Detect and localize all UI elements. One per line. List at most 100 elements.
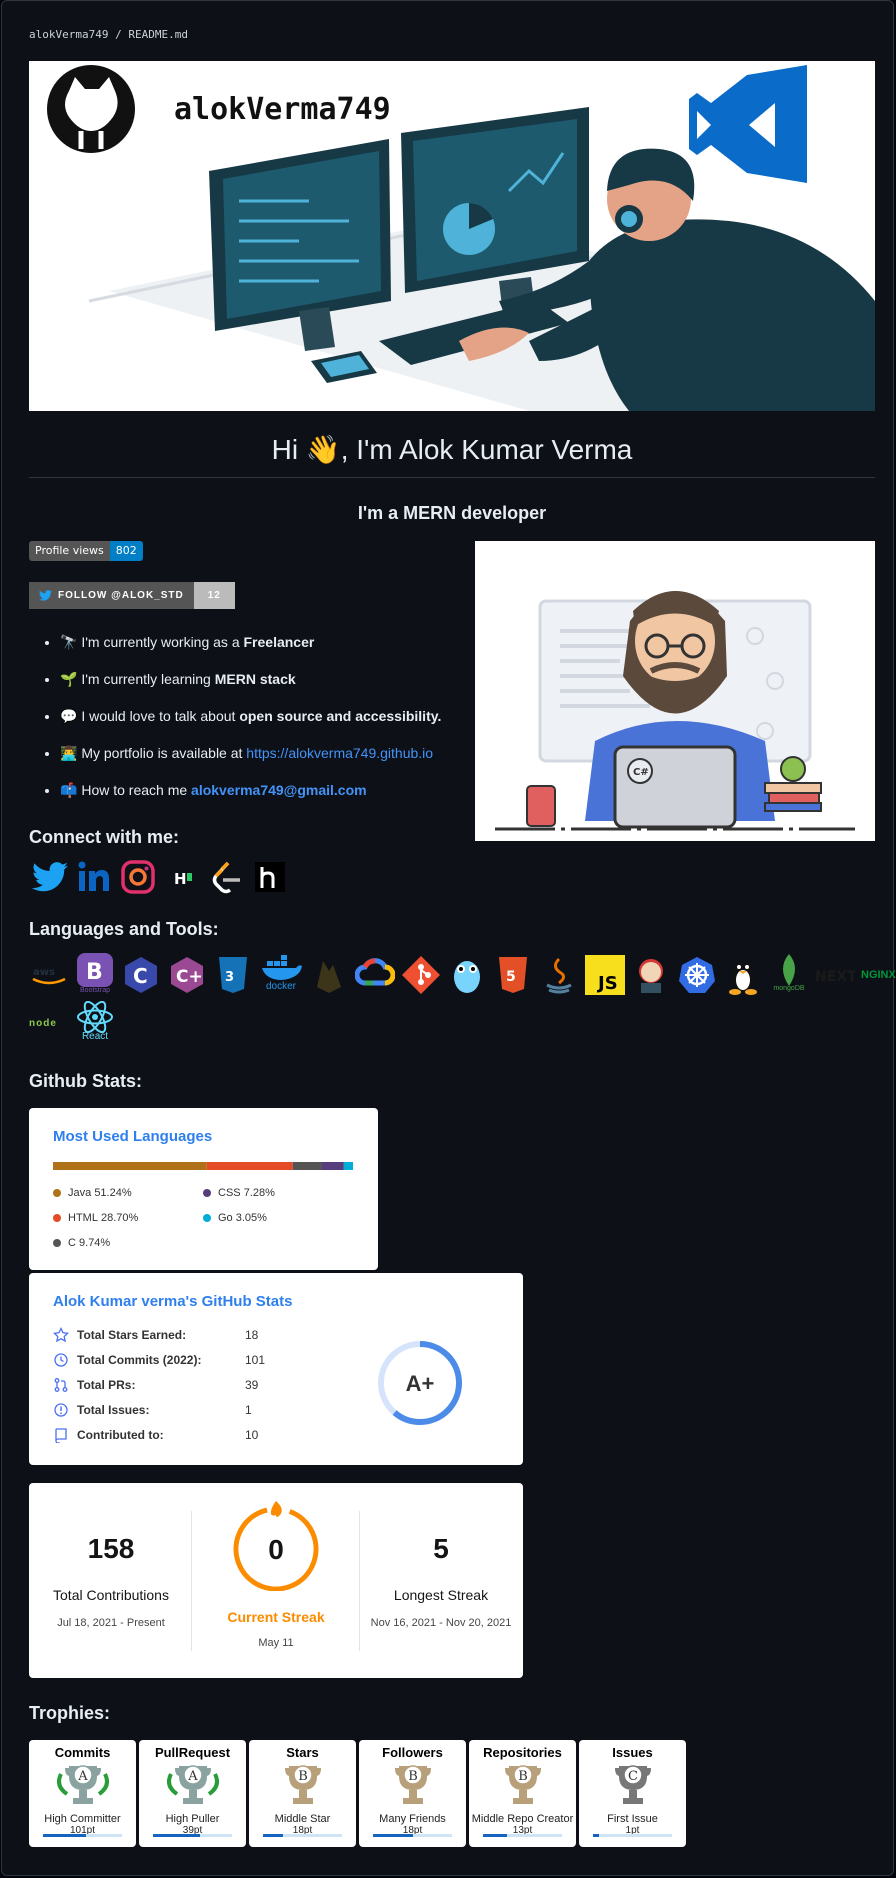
- longest-streak-value: 5: [433, 1533, 449, 1564]
- trophy-card: Issues C First Issue 1pt: [579, 1740, 686, 1847]
- banner-username: alokVerma749: [174, 92, 391, 127]
- readme-file-link[interactable]: README.md: [128, 28, 188, 41]
- trophy-progress-bar: [483, 1834, 562, 1837]
- trophy-progress-fill: [483, 1834, 507, 1837]
- trophy-title: Repositories: [483, 1745, 562, 1760]
- bullet-text: I'm currently learning: [81, 671, 215, 687]
- hashnode-icon[interactable]: [252, 859, 288, 895]
- trophy-progress-fill: [593, 1834, 600, 1837]
- repo-owner-link[interactable]: alokVerma749: [29, 28, 108, 41]
- trophy-name: Middle Star: [274, 1813, 331, 1825]
- bullet-text: My portfolio is available at: [81, 745, 247, 761]
- java-icon[interactable]: [539, 955, 579, 995]
- bullet-strong: open source and accessibility.: [239, 708, 442, 724]
- git-icon[interactable]: [401, 955, 441, 995]
- social-links: H: [32, 859, 288, 895]
- page-subtitle: I'm a MERN developer: [357, 503, 547, 523]
- css3-icon[interactable]: 3: [213, 955, 253, 995]
- kubernetes-icon[interactable]: [677, 955, 717, 995]
- total-contributions-label: Total Contributions: [53, 1587, 169, 1603]
- stat-label: Total Issues:: [77, 1403, 150, 1417]
- lang-bar-segment: [322, 1162, 344, 1170]
- lang-name: Java: [68, 1187, 92, 1199]
- firebase-icon[interactable]: [309, 955, 349, 995]
- lang-name: CSS: [218, 1187, 241, 1199]
- linux-icon[interactable]: [723, 955, 763, 995]
- repo-icon: [55, 1428, 67, 1443]
- trophy-title: Followers: [382, 1745, 443, 1760]
- hackerrank-icon[interactable]: H: [164, 859, 200, 895]
- react-icon[interactable]: React: [75, 1000, 115, 1045]
- trophy-title: PullRequest: [154, 1745, 231, 1760]
- developer-avatar-illustration: C#: [495, 591, 855, 831]
- rank-grade: A+: [406, 1371, 435, 1396]
- go-icon[interactable]: [447, 955, 487, 995]
- connect-heading: Connect with me:: [29, 827, 180, 847]
- trophy-title: Commits: [54, 1745, 111, 1760]
- leetcode-icon[interactable]: [208, 859, 244, 895]
- trophy-title: Issues: [612, 1745, 653, 1760]
- bootstrap-icon[interactable]: B Bootstrap: [75, 953, 115, 997]
- stat-label: Contributed to:: [77, 1428, 164, 1442]
- current-streak-label: Current Streak: [227, 1609, 325, 1625]
- cplusplus-icon[interactable]: C+: [167, 955, 207, 995]
- stat-value: 101: [245, 1353, 266, 1367]
- portfolio-link[interactable]: https://alokverma749.github.io: [246, 745, 433, 761]
- trophy-progress-bar: [593, 1834, 672, 1837]
- trophy-name: Many Friends: [379, 1813, 446, 1825]
- trophy-card: Repositories B Middle Repo Creator 13pt: [469, 1740, 576, 1847]
- aws-icon[interactable]: aws: [29, 955, 69, 995]
- header-banner: alokVerma749: [29, 61, 875, 411]
- lang-dot: [203, 1189, 211, 1197]
- mongodb-label: mongoDB: [773, 985, 805, 992]
- nextjs-icon[interactable]: NEXT: [815, 955, 855, 995]
- trophy-rank: B: [408, 1769, 418, 1784]
- trophy-card: Followers B Many Friends 18pt: [359, 1740, 466, 1847]
- languages-heading: Languages and Tools:: [29, 919, 219, 939]
- docker-icon[interactable]: docker: [259, 953, 303, 997]
- svg-text:3: 3: [225, 970, 234, 985]
- longest-streak-label: Longest Streak: [393, 1587, 489, 1603]
- lang-item-java: Java 51.24%: [53, 1187, 132, 1199]
- twitter-icon[interactable]: [32, 859, 68, 895]
- linkedin-icon[interactable]: [76, 859, 112, 895]
- lang-item-c: C 9.74%: [53, 1237, 110, 1249]
- html5-icon[interactable]: 5: [493, 955, 533, 995]
- nginx-icon[interactable]: NGINX: [861, 955, 896, 995]
- issue-icon: [54, 1403, 68, 1417]
- twitter-follow-label: FOLLOW @ALOK_STD: [58, 590, 184, 601]
- svg-text:C+: C+: [176, 967, 203, 987]
- mailbox-icon: 📫: [60, 782, 78, 798]
- streak-stats-card: 158 Total Contributions Jul 18, 2021 - P…: [29, 1483, 523, 1678]
- list-item: 💬 I would love to talk about open source…: [60, 705, 441, 742]
- lang-pct: 9.74%: [79, 1237, 111, 1249]
- javascript-icon[interactable]: JS: [585, 955, 625, 995]
- fire-icon: [270, 1501, 282, 1517]
- stat-row-stars: Total Stars Earned: 18: [53, 1327, 258, 1343]
- jenkins-icon[interactable]: [631, 955, 671, 995]
- profile-views-label: Profile views: [29, 541, 110, 561]
- technologist-icon: 👨‍💻: [60, 745, 78, 761]
- google-cloud-icon[interactable]: [355, 955, 395, 995]
- svg-text:C#: C#: [633, 767, 649, 778]
- twitter-follow-badge[interactable]: FOLLOW @ALOK_STD 12: [29, 582, 235, 609]
- stat-value: 18: [245, 1328, 259, 1342]
- svg-text:NEXT: NEXT: [815, 969, 855, 985]
- stat-value: 39: [245, 1378, 259, 1392]
- nodejs-icon[interactable]: node: [29, 1018, 69, 1029]
- c-icon[interactable]: C: [121, 955, 161, 995]
- list-item: 🔭 I'm currently working as a Freelancer: [60, 631, 441, 668]
- bullet-text: I'm currently working as a: [81, 634, 244, 650]
- docker-logo-icon: [262, 955, 302, 980]
- docker-label: docker: [265, 981, 296, 992]
- list-item: 👨‍💻 My portfolio is available at https:/…: [60, 742, 441, 779]
- mongodb-icon[interactable]: mongoDB: [769, 953, 809, 997]
- svg-text:JS: JS: [596, 973, 618, 994]
- svg-text:B: B: [86, 960, 103, 985]
- email-link[interactable]: alokverma749@gmail.com: [191, 782, 367, 798]
- about-list: 🔭 I'm currently working as a Freelancer …: [42, 631, 441, 816]
- trophies-heading: Trophies:: [29, 1703, 111, 1723]
- instagram-icon[interactable]: [120, 859, 156, 895]
- github-stats-heading: Github Stats:: [29, 1071, 142, 1091]
- svg-text:H: H: [174, 870, 187, 888]
